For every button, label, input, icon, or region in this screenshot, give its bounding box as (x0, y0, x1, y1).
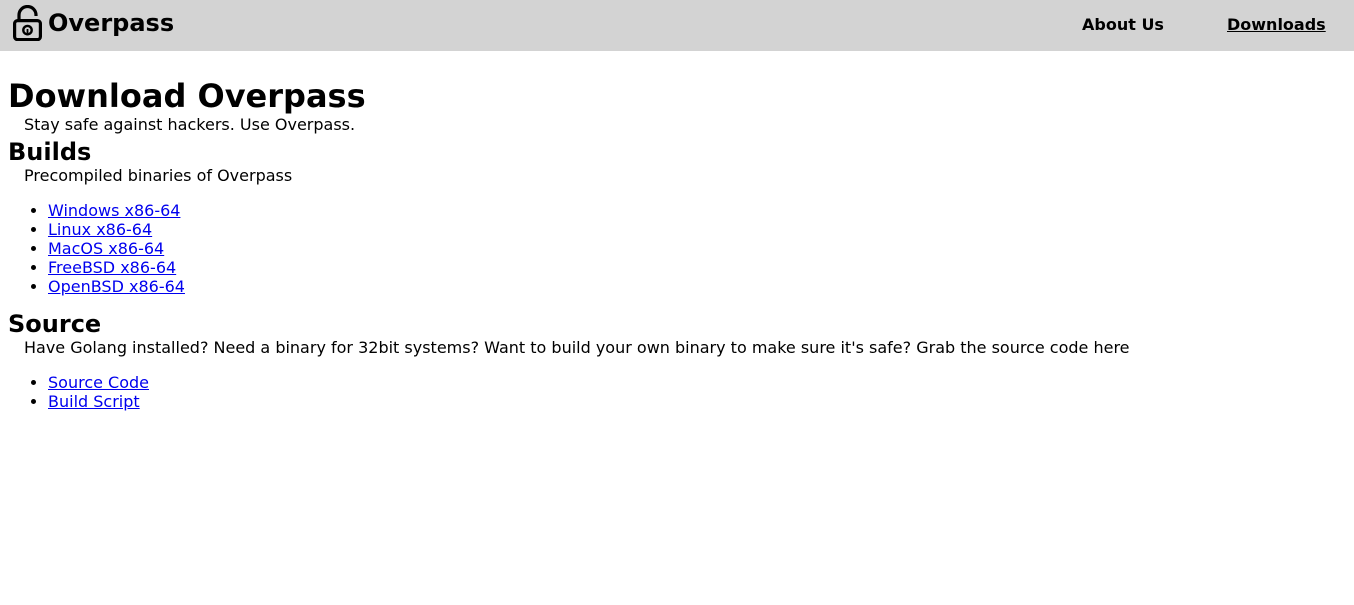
build-link-linux[interactable]: Linux x86-64 (48, 220, 152, 239)
build-link-windows[interactable]: Windows x86-64 (48, 201, 180, 220)
page-title: Download Overpass (8, 77, 366, 115)
navbar: Overpass About Us Downloads (0, 0, 1354, 51)
main-content: Download Overpass Stay safe against hack… (8, 51, 1338, 412)
build-link-freebsd[interactable]: FreeBSD x86-64 (48, 258, 176, 277)
list-item: Linux x86-64 (48, 220, 1338, 239)
brand-name: Overpass (48, 9, 175, 37)
nav-downloads-link[interactable]: Downloads (1227, 15, 1326, 34)
list-item: Source Code (48, 373, 1338, 392)
source-description: Have Golang installed? Need a binary for… (24, 338, 1130, 357)
list-item: MacOS x86-64 (48, 239, 1338, 258)
source-list: Source Code Build Script (8, 373, 1338, 411)
build-link-openbsd[interactable]: OpenBSD x86-64 (48, 277, 185, 296)
list-item: OpenBSD x86-64 (48, 277, 1338, 296)
build-link-macos[interactable]: MacOS x86-64 (48, 239, 164, 258)
list-item: Build Script (48, 392, 1338, 411)
brand-link[interactable]: Overpass (13, 5, 174, 41)
list-item: FreeBSD x86-64 (48, 258, 1338, 277)
source-heading: Source (8, 310, 102, 338)
page-subtitle: Stay safe against hackers. Use Overpass. (24, 115, 356, 134)
build-script-link[interactable]: Build Script (48, 392, 140, 411)
builds-list: Windows x86-64 Linux x86-64 MacOS x86-64… (8, 201, 1338, 296)
source-code-link[interactable]: Source Code (48, 373, 149, 392)
builds-description: Precompiled binaries of Overpass (24, 166, 293, 185)
nav-about-link[interactable]: About Us (1082, 15, 1164, 34)
list-item: Windows x86-64 (48, 201, 1338, 220)
unlocked-padlock-icon (13, 5, 42, 41)
builds-heading: Builds (8, 138, 92, 166)
